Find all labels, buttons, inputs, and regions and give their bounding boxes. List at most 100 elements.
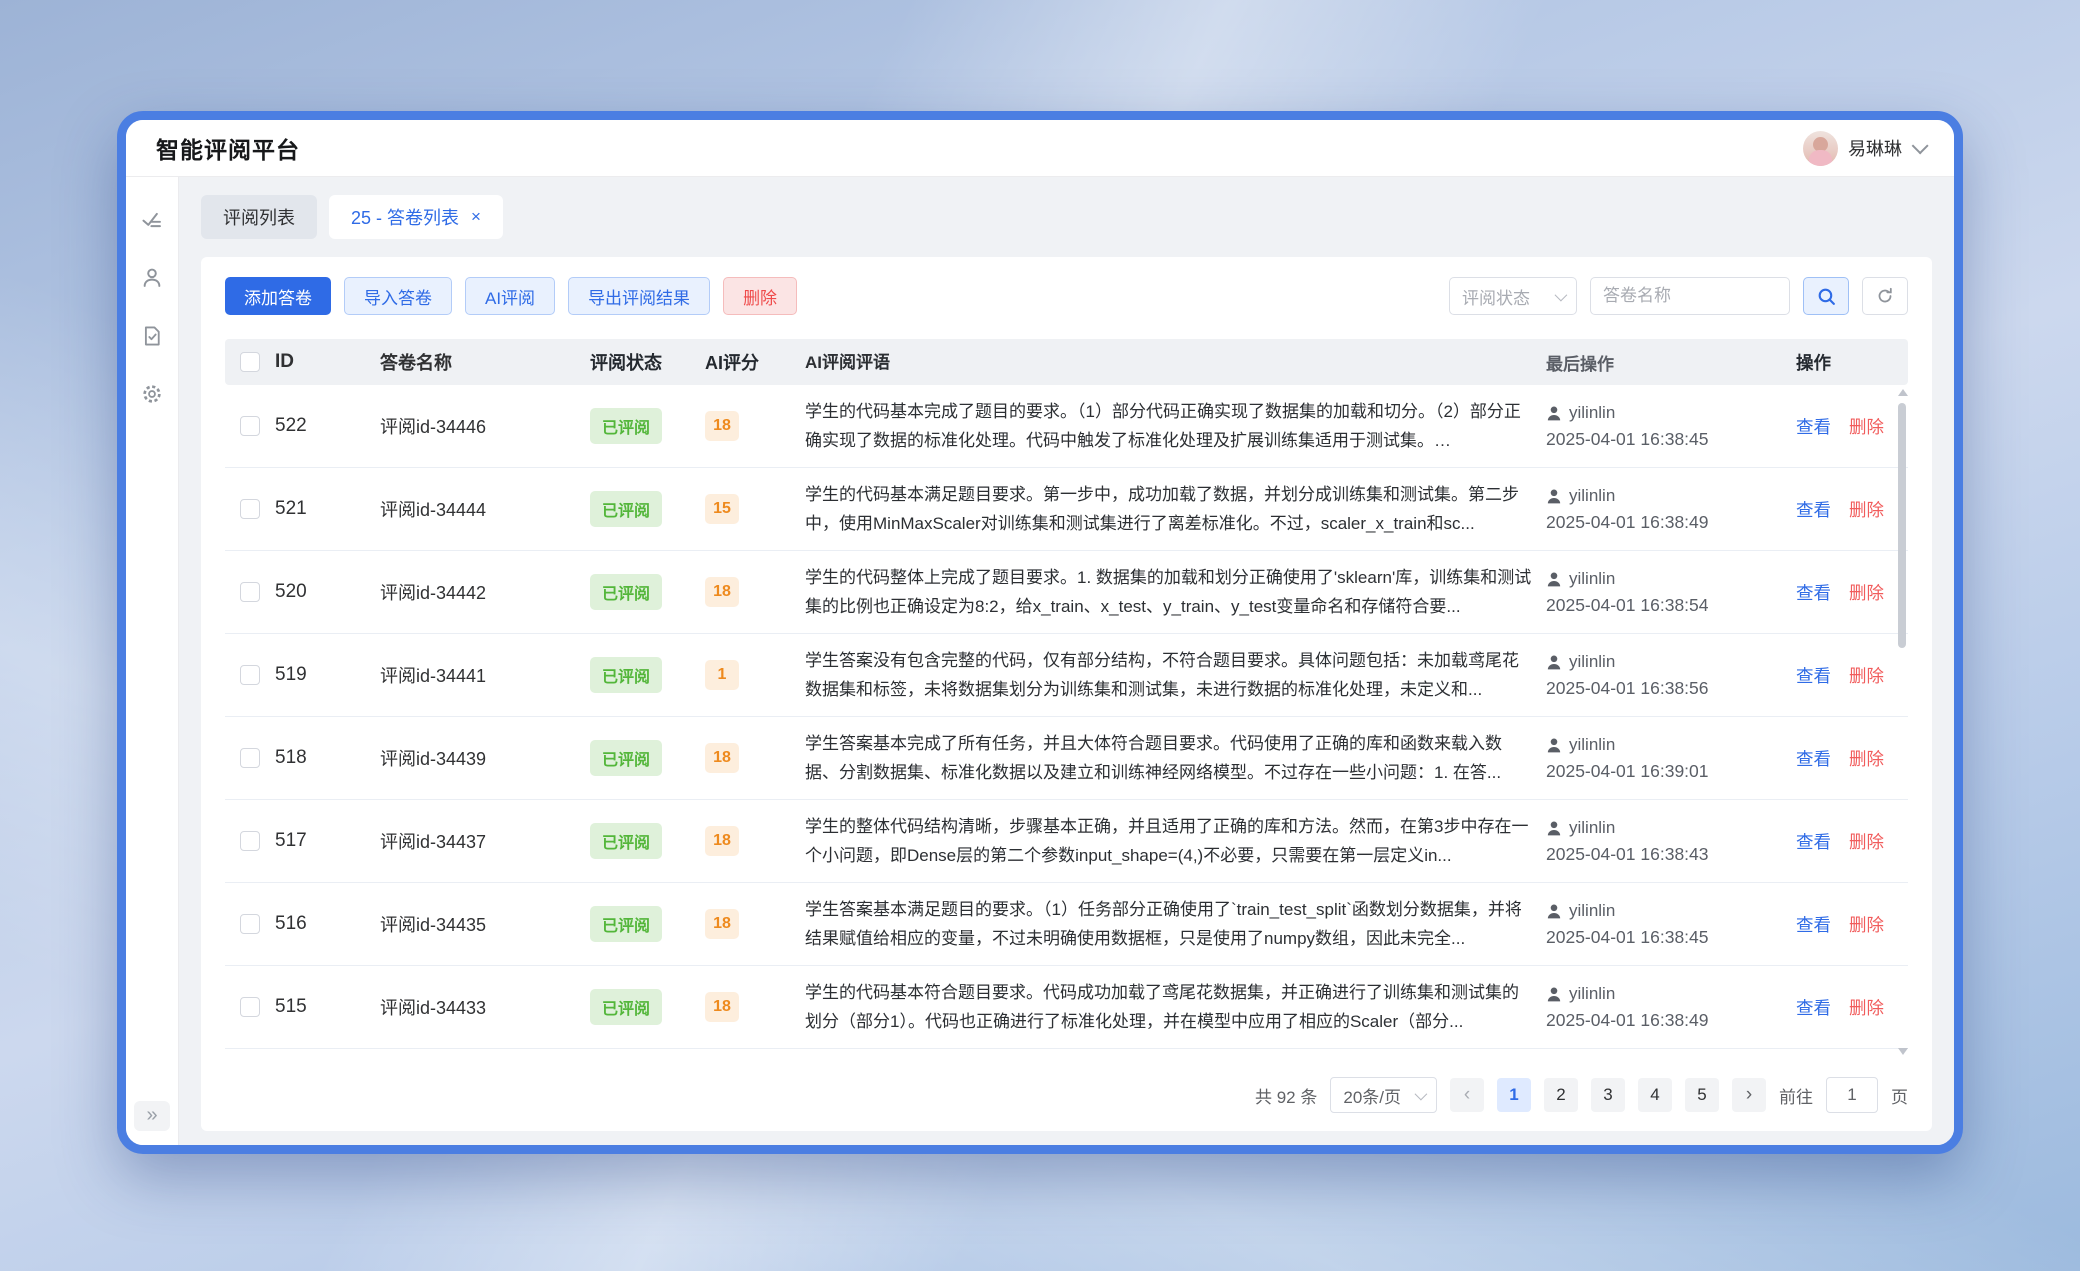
page-buttons: 12345 bbox=[1497, 1078, 1719, 1112]
tab-review-list[interactable]: 评阅列表 bbox=[201, 195, 317, 239]
score-badge: 18 bbox=[705, 411, 739, 441]
col-header-lastop: 最后操作 bbox=[1546, 350, 1796, 375]
app-title: 智能评阅平台 bbox=[156, 131, 300, 165]
table-scrollbar[interactable] bbox=[1896, 389, 1908, 1055]
scroll-up-icon[interactable] bbox=[1898, 389, 1908, 396]
col-header-action: 操作 bbox=[1796, 350, 1908, 375]
settings-gear-icon[interactable] bbox=[141, 383, 163, 405]
ai-comment: 学生答案基本满足题目的要求。（1）任务部分正确使用了`train_test_sp… bbox=[805, 895, 1532, 953]
view-link[interactable]: 查看 bbox=[1796, 663, 1831, 688]
view-link[interactable]: 查看 bbox=[1796, 497, 1831, 522]
scrollbar-thumb[interactable] bbox=[1898, 403, 1906, 648]
sidebar-collapse-button[interactable]: » bbox=[134, 1101, 170, 1131]
table-row: 516 评阅id-34435 已评阅 18 学生答案基本满足题目的要求。（1）任… bbox=[225, 883, 1908, 966]
row-id: 521 bbox=[275, 498, 380, 520]
next-page-button[interactable]: › bbox=[1732, 1078, 1766, 1112]
ai-review-button[interactable]: AI评阅 bbox=[465, 277, 555, 315]
status-filter-select[interactable]: 评阅状态 bbox=[1449, 277, 1577, 315]
close-tab-icon[interactable]: × bbox=[471, 207, 481, 227]
row-checkbox[interactable] bbox=[240, 582, 260, 602]
tab-bar: 评阅列表 25 - 答卷列表 × bbox=[201, 195, 1932, 239]
view-link[interactable]: 查看 bbox=[1796, 414, 1831, 439]
row-checkbox[interactable] bbox=[240, 665, 260, 685]
status-badge: 已评阅 bbox=[590, 989, 662, 1025]
row-id: 522 bbox=[275, 415, 380, 437]
app-window: 智能评阅平台 易琳琳 » 评阅列表 bbox=[117, 111, 1963, 1154]
operator-name: yilinlin bbox=[1569, 901, 1615, 921]
page-size-select[interactable]: 20条/页 bbox=[1330, 1077, 1437, 1113]
users-icon[interactable] bbox=[141, 267, 163, 289]
status-badge: 已评阅 bbox=[590, 906, 662, 942]
review-checklist-icon[interactable] bbox=[141, 209, 163, 231]
add-answer-button[interactable]: 添加答卷 bbox=[225, 277, 331, 315]
view-link[interactable]: 查看 bbox=[1796, 829, 1831, 854]
delete-link[interactable]: 删除 bbox=[1849, 829, 1884, 854]
person-icon bbox=[1546, 903, 1562, 919]
table-row: 522 评阅id-34446 已评阅 18 学生的代码基本完成了题目的要求。（1… bbox=[225, 385, 1908, 468]
row-name: 评阅id-34437 bbox=[380, 828, 590, 854]
operation-time: 2025-04-01 16:38:43 bbox=[1546, 844, 1782, 865]
view-link[interactable]: 查看 bbox=[1796, 580, 1831, 605]
search-input[interactable] bbox=[1590, 277, 1790, 315]
tab-answer-list[interactable]: 25 - 答卷列表 × bbox=[329, 195, 503, 239]
avatar[interactable] bbox=[1803, 131, 1838, 166]
select-all-checkbox[interactable] bbox=[240, 352, 260, 372]
row-name: 评阅id-34444 bbox=[380, 496, 590, 522]
last-operation: yilinlin 2025-04-01 16:38:43 bbox=[1546, 818, 1796, 865]
prev-page-button[interactable]: ‹ bbox=[1450, 1078, 1484, 1112]
delete-button[interactable]: 删除 bbox=[723, 277, 797, 315]
search-button[interactable] bbox=[1803, 277, 1849, 315]
last-operation: yilinlin 2025-04-01 16:38:49 bbox=[1546, 984, 1796, 1031]
row-checkbox[interactable] bbox=[240, 499, 260, 519]
view-link[interactable]: 查看 bbox=[1796, 995, 1831, 1020]
import-answer-button[interactable]: 导入答卷 bbox=[344, 277, 452, 315]
row-checkbox[interactable] bbox=[240, 416, 260, 436]
delete-link[interactable]: 删除 bbox=[1849, 912, 1884, 937]
search-icon bbox=[1816, 286, 1837, 307]
page-button-2[interactable]: 2 bbox=[1544, 1078, 1578, 1112]
export-results-button[interactable]: 导出评阅结果 bbox=[568, 277, 710, 315]
row-checkbox[interactable] bbox=[240, 831, 260, 851]
col-header-status: 评阅状态 bbox=[590, 349, 705, 375]
table-header-row: ID 答卷名称 评阅状态 AI评分 AI评阅评语 最后操作 操作 bbox=[225, 339, 1908, 385]
person-icon bbox=[1546, 488, 1562, 504]
status-badge: 已评阅 bbox=[590, 408, 662, 444]
delete-link[interactable]: 删除 bbox=[1849, 995, 1884, 1020]
page-button-4[interactable]: 4 bbox=[1638, 1078, 1672, 1112]
row-id: 519 bbox=[275, 664, 380, 686]
delete-link[interactable]: 删除 bbox=[1849, 746, 1884, 771]
table-row: 521 评阅id-34444 已评阅 15 学生的代码基本满足题目要求。第一步中… bbox=[225, 468, 1908, 551]
last-operation: yilinlin 2025-04-01 16:38:49 bbox=[1546, 486, 1796, 533]
delete-link[interactable]: 删除 bbox=[1849, 497, 1884, 522]
last-operation: yilinlin 2025-04-01 16:38:45 bbox=[1546, 901, 1796, 948]
page-button-5[interactable]: 5 bbox=[1685, 1078, 1719, 1112]
page-button-3[interactable]: 3 bbox=[1591, 1078, 1625, 1112]
delete-link[interactable]: 删除 bbox=[1849, 580, 1884, 605]
chevron-down-icon bbox=[1912, 137, 1929, 154]
row-checkbox[interactable] bbox=[240, 997, 260, 1017]
paper-check-icon[interactable] bbox=[141, 325, 163, 347]
delete-link[interactable]: 删除 bbox=[1849, 414, 1884, 439]
goto-page-input[interactable] bbox=[1826, 1077, 1878, 1113]
row-checkbox[interactable] bbox=[240, 748, 260, 768]
row-checkbox[interactable] bbox=[240, 914, 260, 934]
ai-comment: 学生的代码基本符合题目要求。代码成功加载了鸢尾花数据集，并正确进行了训练集和测试… bbox=[805, 978, 1532, 1036]
page-button-1[interactable]: 1 bbox=[1497, 1078, 1531, 1112]
col-header-comment: AI评阅评语 bbox=[805, 348, 1546, 377]
delete-link[interactable]: 删除 bbox=[1849, 663, 1884, 688]
operator-name: yilinlin bbox=[1569, 735, 1615, 755]
view-link[interactable]: 查看 bbox=[1796, 746, 1831, 771]
view-link[interactable]: 查看 bbox=[1796, 912, 1831, 937]
last-operation: yilinlin 2025-04-01 16:38:54 bbox=[1546, 569, 1796, 616]
ai-comment: 学生的代码基本完成了题目的要求。（1）部分代码正确实现了数据集的加载和切分。（2… bbox=[805, 397, 1532, 455]
col-header-name: 答卷名称 bbox=[380, 349, 590, 375]
user-menu[interactable]: 易琳琳 bbox=[1803, 131, 1924, 166]
col-header-id: ID bbox=[275, 351, 380, 373]
row-id: 515 bbox=[275, 996, 380, 1018]
score-badge: 18 bbox=[705, 577, 739, 607]
refresh-button[interactable] bbox=[1862, 277, 1908, 315]
scroll-down-icon[interactable] bbox=[1898, 1048, 1908, 1055]
row-name: 评阅id-34435 bbox=[380, 911, 590, 937]
operator-name: yilinlin bbox=[1569, 486, 1615, 506]
ai-comment: 学生答案没有包含完整的代码，仅有部分结构，不符合题目要求。具体问题包括：未加载鸢… bbox=[805, 646, 1532, 704]
